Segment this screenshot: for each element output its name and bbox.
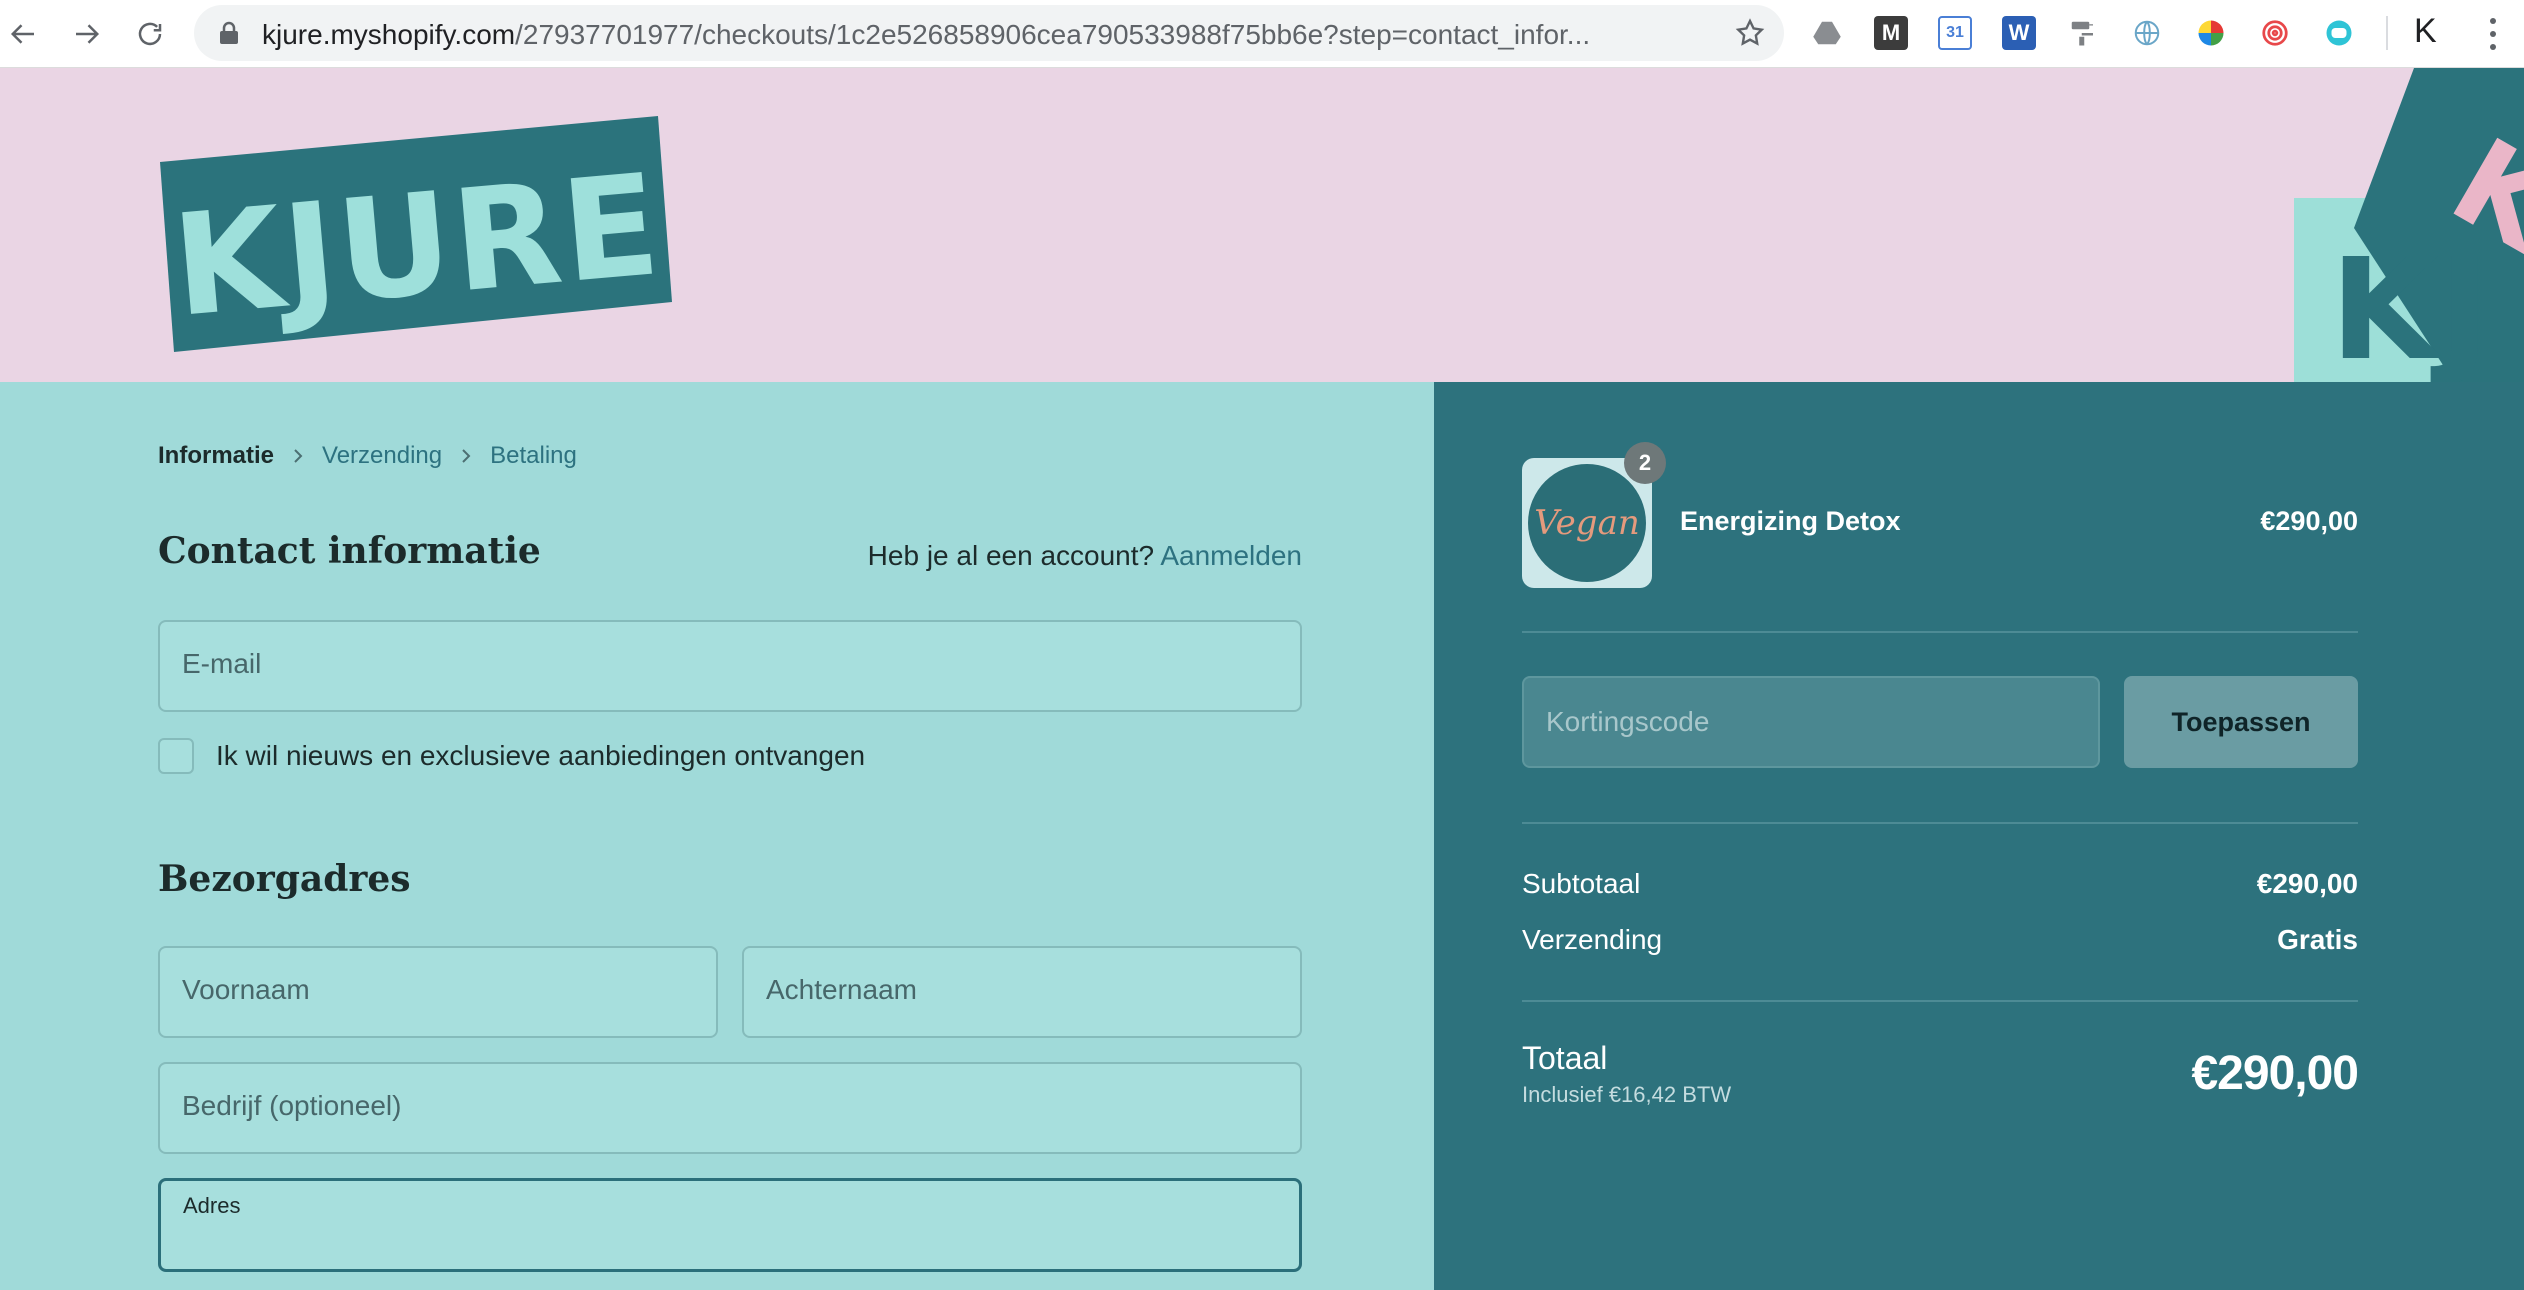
- browser-menu-icon[interactable]: [2478, 14, 2508, 54]
- word-icon[interactable]: W: [2002, 16, 2036, 50]
- last-name-placeholder: Achternaam: [766, 974, 917, 1005]
- divider: [1522, 822, 2358, 824]
- profile-button[interactable]: K: [2414, 12, 2437, 51]
- first-name-placeholder: Voornaam: [182, 974, 310, 1005]
- url-host: kjure.myshopify.com: [262, 19, 516, 50]
- checkout-form: Informatie Verzending Betaling Contact i…: [0, 382, 1434, 1290]
- order-summary: Vegan 2 Energizing Detox €290,00 Korting…: [1434, 382, 2524, 1290]
- login-link[interactable]: Aanmelden: [1160, 540, 1302, 571]
- bookmark-star-icon[interactable]: [1734, 17, 1766, 49]
- url-path: /27937701977/checkouts/1c2e526858906cea7…: [515, 19, 1591, 50]
- forward-button[interactable]: [66, 14, 106, 54]
- last-name-field[interactable]: Achternaam: [742, 946, 1302, 1038]
- newsletter-option[interactable]: Ik wil nieuws en exclusieve aanbiedingen…: [158, 738, 865, 774]
- product-price: €290,00: [2260, 506, 2358, 536]
- newsletter-label: Ik wil nieuws en exclusieve aanbiedingen…: [216, 740, 866, 771]
- address-field[interactable]: Adres: [158, 1178, 1302, 1272]
- arrow-right-icon: [76, 24, 100, 44]
- contact-title: Contact informatie: [158, 530, 541, 572]
- divider: [1522, 631, 2358, 633]
- breadcrumb-information: Informatie: [158, 442, 275, 469]
- banner-decoration: K KJ: [2294, 68, 2524, 382]
- account-prompt: Heb je al een account? Aanmelden: [868, 540, 1302, 572]
- shipping-label: Verzending: [1522, 924, 1663, 955]
- newsletter-checkbox[interactable]: [158, 738, 194, 774]
- subtotal-value: €290,00: [2256, 868, 2358, 899]
- shipping-value: Gratis: [2277, 924, 2358, 955]
- subtotal-label: Subtotaal: [1522, 868, 1641, 899]
- quantity-badge: 2: [1624, 442, 1666, 484]
- chevron-right-icon: [294, 449, 303, 463]
- arrow-left-icon: [10, 24, 34, 44]
- drive-icon[interactable]: [1810, 16, 1844, 50]
- back-button[interactable]: [4, 14, 44, 54]
- discount-code-input[interactable]: Kortingscode: [1522, 676, 2100, 768]
- kjure-logo[interactable]: KJURE: [160, 116, 672, 352]
- chevron-right-icon: [462, 449, 471, 463]
- apply-discount-button[interactable]: Toepassen: [2124, 676, 2358, 768]
- lock-icon: [220, 21, 238, 44]
- svg-text:KJ: KJ: [2330, 229, 2491, 382]
- toolbar-separator: [2386, 16, 2388, 50]
- browser-toolbar: kjure.myshopify.com/27937701977/checkout…: [0, 0, 2524, 68]
- total-value: €290,00: [2191, 1047, 2359, 1100]
- address-label: Adres: [183, 1193, 241, 1218]
- reload-button[interactable]: [130, 14, 170, 54]
- reload-icon: [138, 22, 162, 46]
- paint-roller-icon[interactable]: [2066, 16, 2100, 50]
- calendar-extension-icon[interactable]: 31: [1938, 16, 1972, 50]
- product-name: Energizing Detox: [1680, 506, 1901, 536]
- divider: [1522, 1000, 2358, 1002]
- address-bar[interactable]: kjure.myshopify.com/27937701977/checkout…: [194, 5, 1784, 61]
- email-placeholder: E-mail: [182, 648, 262, 679]
- web-extension-icon[interactable]: [2130, 16, 2164, 50]
- first-name-field[interactable]: Voornaam: [158, 946, 718, 1038]
- account-prompt-text: Heb je al een account?: [867, 540, 1155, 571]
- vegan-logo: Vegan: [1528, 464, 1646, 582]
- color-wheel-icon[interactable]: [2194, 16, 2228, 50]
- company-placeholder: Bedrijf (optioneel): [182, 1090, 402, 1121]
- bot-icon[interactable]: [2322, 16, 2356, 50]
- discount-placeholder: Kortingscode: [1546, 706, 1710, 737]
- breadcrumb: Informatie Verzending Betaling: [158, 442, 577, 470]
- store-banner: KJURE K KJ: [0, 68, 2524, 382]
- breadcrumb-payment[interactable]: Betaling: [490, 442, 577, 470]
- email-field[interactable]: E-mail: [158, 620, 1302, 712]
- total-label: Totaal: [1522, 1040, 1608, 1076]
- company-field[interactable]: Bedrijf (optioneel): [158, 1062, 1302, 1154]
- url-text[interactable]: kjure.myshopify.com/27937701977/checkout…: [262, 19, 1702, 51]
- shipping-address-title: Bezorgadres: [158, 858, 411, 900]
- swirl-icon[interactable]: [2258, 16, 2292, 50]
- tax-note: Inclusief €16,42 BTW: [1522, 1082, 1732, 1107]
- gmail-icon[interactable]: M: [1874, 16, 1908, 50]
- breadcrumb-shipping[interactable]: Verzending: [322, 442, 442, 470]
